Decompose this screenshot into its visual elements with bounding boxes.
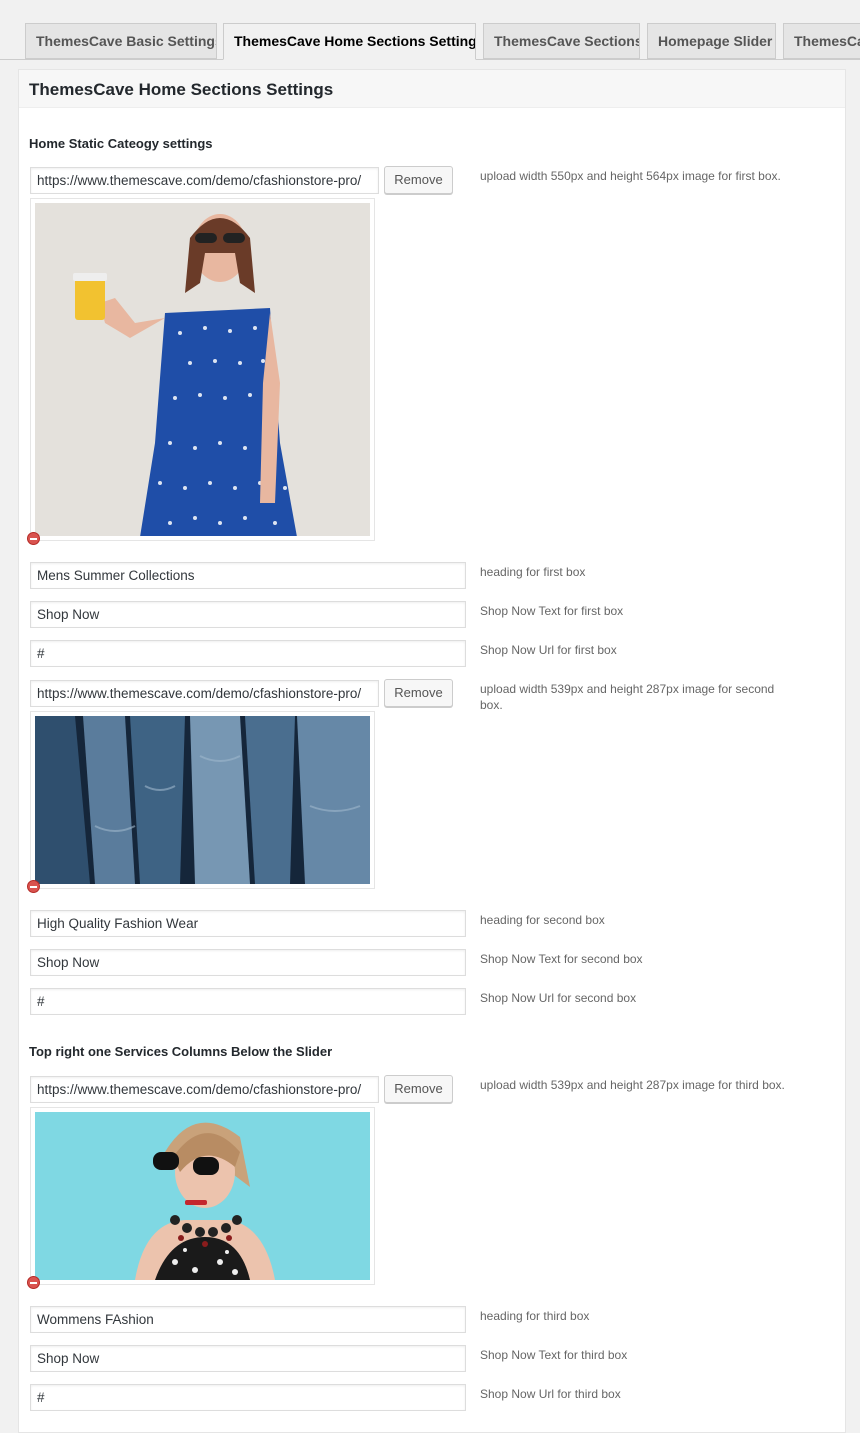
first-box-shop-text-hint: Shop Now Text for first box xyxy=(480,604,624,618)
first-box-shop-url-hint: Shop Now Url for first box xyxy=(480,643,617,657)
tab-themescave-more[interactable]: ThemesCave xyxy=(783,23,860,59)
first-box-shop-text-input[interactable]: Shop Now xyxy=(30,601,466,628)
third-box-shop-url-hint: Shop Now Url for third box xyxy=(480,1387,621,1401)
first-box-heading-hint: heading for first box xyxy=(480,565,586,579)
tab-sections[interactable]: ThemesCave Sections xyxy=(483,23,640,59)
section-title-static-category: Home Static Cateogy settings xyxy=(29,136,213,151)
second-box-image-hint: upload width 539px and height 287px imag… xyxy=(480,682,775,712)
second-box-shop-text-hint: Shop Now Text for second box xyxy=(480,952,643,966)
second-box-shop-url-input[interactable]: # xyxy=(30,988,466,1015)
first-box-image-hint: upload width 550px and height 564px imag… xyxy=(480,169,781,183)
third-box-remove-image-icon[interactable] xyxy=(27,1276,40,1289)
first-box-shop-url-input[interactable]: # xyxy=(30,640,466,667)
second-box-heading-hint: heading for second box xyxy=(480,913,605,927)
second-box-remove-button[interactable]: Remove xyxy=(384,679,453,707)
woman-blue-dress-photo xyxy=(35,203,370,536)
third-box-image-hint: upload width 539px and height 287px imag… xyxy=(480,1078,785,1092)
third-box-shop-url-input[interactable]: # xyxy=(30,1384,466,1411)
settings-tab-bar: ThemesCave Basic Settings ThemesCave Hom… xyxy=(0,0,860,60)
third-box-heading-input[interactable]: Wommens FAshion xyxy=(30,1306,466,1333)
second-box-image-url-input[interactable]: https://www.themescave.com/demo/cfashion… xyxy=(30,680,379,707)
first-box-remove-button[interactable]: Remove xyxy=(384,166,453,194)
second-box-remove-image-icon[interactable] xyxy=(27,880,40,893)
third-box-shop-text-hint: Shop Now Text for third box xyxy=(480,1348,628,1362)
first-box-remove-image-icon[interactable] xyxy=(27,532,40,545)
tab-homepage-slider[interactable]: Homepage Slider xyxy=(647,23,776,59)
first-box-image-url-input[interactable]: https://www.themescave.com/demo/cfashion… xyxy=(30,167,379,194)
first-box-illustration xyxy=(35,203,370,536)
third-box-image-preview xyxy=(30,1107,375,1285)
section-title-services-columns: Top right one Services Columns Below the… xyxy=(29,1044,333,1059)
tab-basic-settings[interactable]: ThemesCave Basic Settings xyxy=(25,23,217,59)
second-box-shop-text-input[interactable]: Shop Now xyxy=(30,949,466,976)
second-box-heading-input[interactable]: High Quality Fashion Wear xyxy=(30,910,466,937)
panel-title: ThemesCave Home Sections Settings xyxy=(29,80,334,99)
third-box-remove-button[interactable]: Remove xyxy=(384,1075,453,1103)
second-box-shop-url-hint: Shop Now Url for second box xyxy=(480,991,637,1005)
tab-home-sections-settings[interactable]: ThemesCave Home Sections Settings xyxy=(223,23,476,60)
first-box-heading-input[interactable]: Mens Summer Collections xyxy=(30,562,466,589)
first-box-image-preview xyxy=(30,198,375,541)
denim-jeans-photo xyxy=(35,716,370,884)
panel-header: ThemesCave Home Sections Settings xyxy=(19,70,845,108)
third-box-image-url-input[interactable]: https://www.themescave.com/demo/cfashion… xyxy=(30,1076,379,1103)
second-box-image-preview xyxy=(30,711,375,889)
second-box-illustration xyxy=(35,716,370,884)
woman-sunglasses-photo xyxy=(35,1112,370,1280)
third-box-illustration xyxy=(35,1112,370,1280)
third-box-shop-text-input[interactable]: Shop Now xyxy=(30,1345,466,1372)
settings-panel: ThemesCave Home Sections Settings Home S… xyxy=(18,69,846,1433)
third-box-heading-hint: heading for third box xyxy=(480,1309,590,1323)
